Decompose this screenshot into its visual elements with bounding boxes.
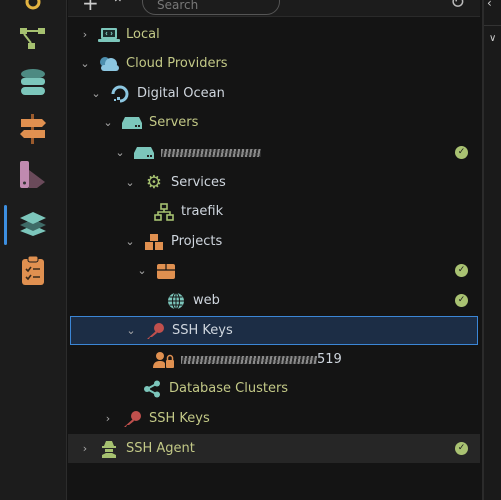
add-button[interactable]: +: [82, 0, 99, 15]
chevron-right-icon[interactable]: ›: [78, 442, 92, 455]
tree-item-ssh-key[interactable]: 519: [68, 345, 480, 374]
digitalocean-icon: [109, 84, 131, 104]
tree-label: web: [193, 293, 220, 308]
tree-label: Projects: [171, 234, 223, 249]
layers-icon[interactable]: [17, 208, 49, 240]
active-indicator: [4, 205, 7, 245]
tree-item-projects[interactable]: ⌄ Projects: [68, 227, 480, 256]
tree-label: Local: [126, 27, 160, 42]
tree-item-traefik[interactable]: traefik: [68, 197, 480, 226]
chevron-down-icon[interactable]: ⌄: [101, 116, 115, 129]
globe-icon: [165, 291, 187, 311]
status-ok-icon: ✓: [455, 264, 468, 277]
user-lock-icon: [153, 350, 175, 370]
server-icon: [133, 143, 155, 163]
status-ok-icon: ✓: [455, 146, 468, 159]
server-icon: [121, 113, 143, 133]
laptop-code-icon: [98, 25, 120, 45]
tree-item-project[interactable]: ⌄ ✓: [68, 256, 480, 285]
tree-item-ssh-agent[interactable]: › SSH Agent ✓: [68, 434, 480, 463]
right-panel-strip: ‹ ∨: [482, 0, 501, 500]
chevron-right-icon[interactable]: ›: [101, 412, 115, 425]
key-icon: [121, 409, 143, 429]
connection-tree: › Local ⌄ Cloud Providers ⌄ Digital Ocean ⌄…: [68, 18, 480, 500]
tree-toolbar: + ⌃ Search ↻: [68, 0, 480, 17]
chevron-down-icon[interactable]: ∨: [489, 33, 496, 44]
tree-label: traefik: [181, 204, 224, 219]
tree-label: Services: [171, 175, 226, 190]
tree-item-services[interactable]: ⌄ ⚙ Services: [68, 168, 480, 197]
tree-label: Cloud Providers: [126, 56, 228, 71]
chevron-down-icon[interactable]: ⌄: [124, 324, 138, 337]
refresh-button[interactable]: ↻: [450, 0, 465, 13]
cloud-icon: [98, 54, 120, 74]
share-icon: [141, 379, 163, 399]
palette-icon[interactable]: [17, 159, 49, 191]
redacted-key-name: [181, 355, 317, 364]
status-ok-icon: ✓: [455, 294, 468, 307]
git-graph-icon[interactable]: [17, 22, 49, 54]
redacted-server-name: [161, 148, 261, 157]
tree-item-ssh-keys-selected[interactable]: ⌄ SSH Keys: [70, 316, 478, 345]
tree-label: SSH Agent: [126, 441, 195, 456]
checklist-icon[interactable]: [17, 255, 49, 287]
signpost-icon[interactable]: [17, 113, 49, 145]
box-icon: [155, 261, 177, 281]
gear-icon: ⚙: [145, 172, 163, 193]
chevron-down-icon[interactable]: ⌄: [78, 57, 92, 70]
chevron-left-icon[interactable]: ‹: [487, 0, 492, 10]
tree-label: Database Clusters: [169, 381, 289, 396]
database-icon[interactable]: [17, 67, 49, 99]
tree-label: Digital Ocean: [137, 86, 225, 101]
activity-top-icon[interactable]: [17, 0, 49, 18]
status-ok-icon: ✓: [455, 442, 468, 455]
tree-item-database-clusters[interactable]: Database Clusters: [68, 374, 480, 403]
tree-item-servers[interactable]: ⌄ Servers: [68, 108, 480, 137]
chevron-down-icon[interactable]: ⌄: [113, 146, 127, 159]
tree-item-web[interactable]: web ✓: [68, 286, 480, 315]
tree-item-ssh-keys[interactable]: › SSH Keys: [68, 404, 480, 433]
tree-item-server[interactable]: ⌄ ✓: [68, 138, 480, 167]
key-icon: [144, 321, 166, 341]
collapse-button[interactable]: ⌃: [112, 0, 124, 12]
chevron-down-icon[interactable]: ⌄: [123, 235, 137, 248]
tree-label: Servers: [149, 115, 199, 130]
tree-label: SSH Keys: [172, 323, 233, 338]
chevron-down-icon[interactable]: ⌄: [123, 176, 137, 189]
tree-label: 519: [317, 352, 342, 367]
chevron-down-icon[interactable]: ⌄: [89, 87, 103, 100]
boxes-icon: [143, 232, 165, 252]
activity-bar: [0, 0, 67, 500]
tree-label: SSH Keys: [149, 411, 210, 426]
network-icon: [153, 202, 175, 222]
tree-item-local[interactable]: › Local: [68, 20, 480, 49]
search-input[interactable]: Search: [142, 0, 280, 15]
tree-item-cloud-providers[interactable]: ⌄ Cloud Providers: [68, 49, 480, 78]
agent-icon: [98, 439, 120, 459]
tree-item-digital-ocean[interactable]: ⌄ Digital Ocean: [68, 79, 480, 108]
chevron-right-icon[interactable]: ›: [78, 28, 92, 41]
chevron-down-icon[interactable]: ⌄: [135, 264, 149, 277]
